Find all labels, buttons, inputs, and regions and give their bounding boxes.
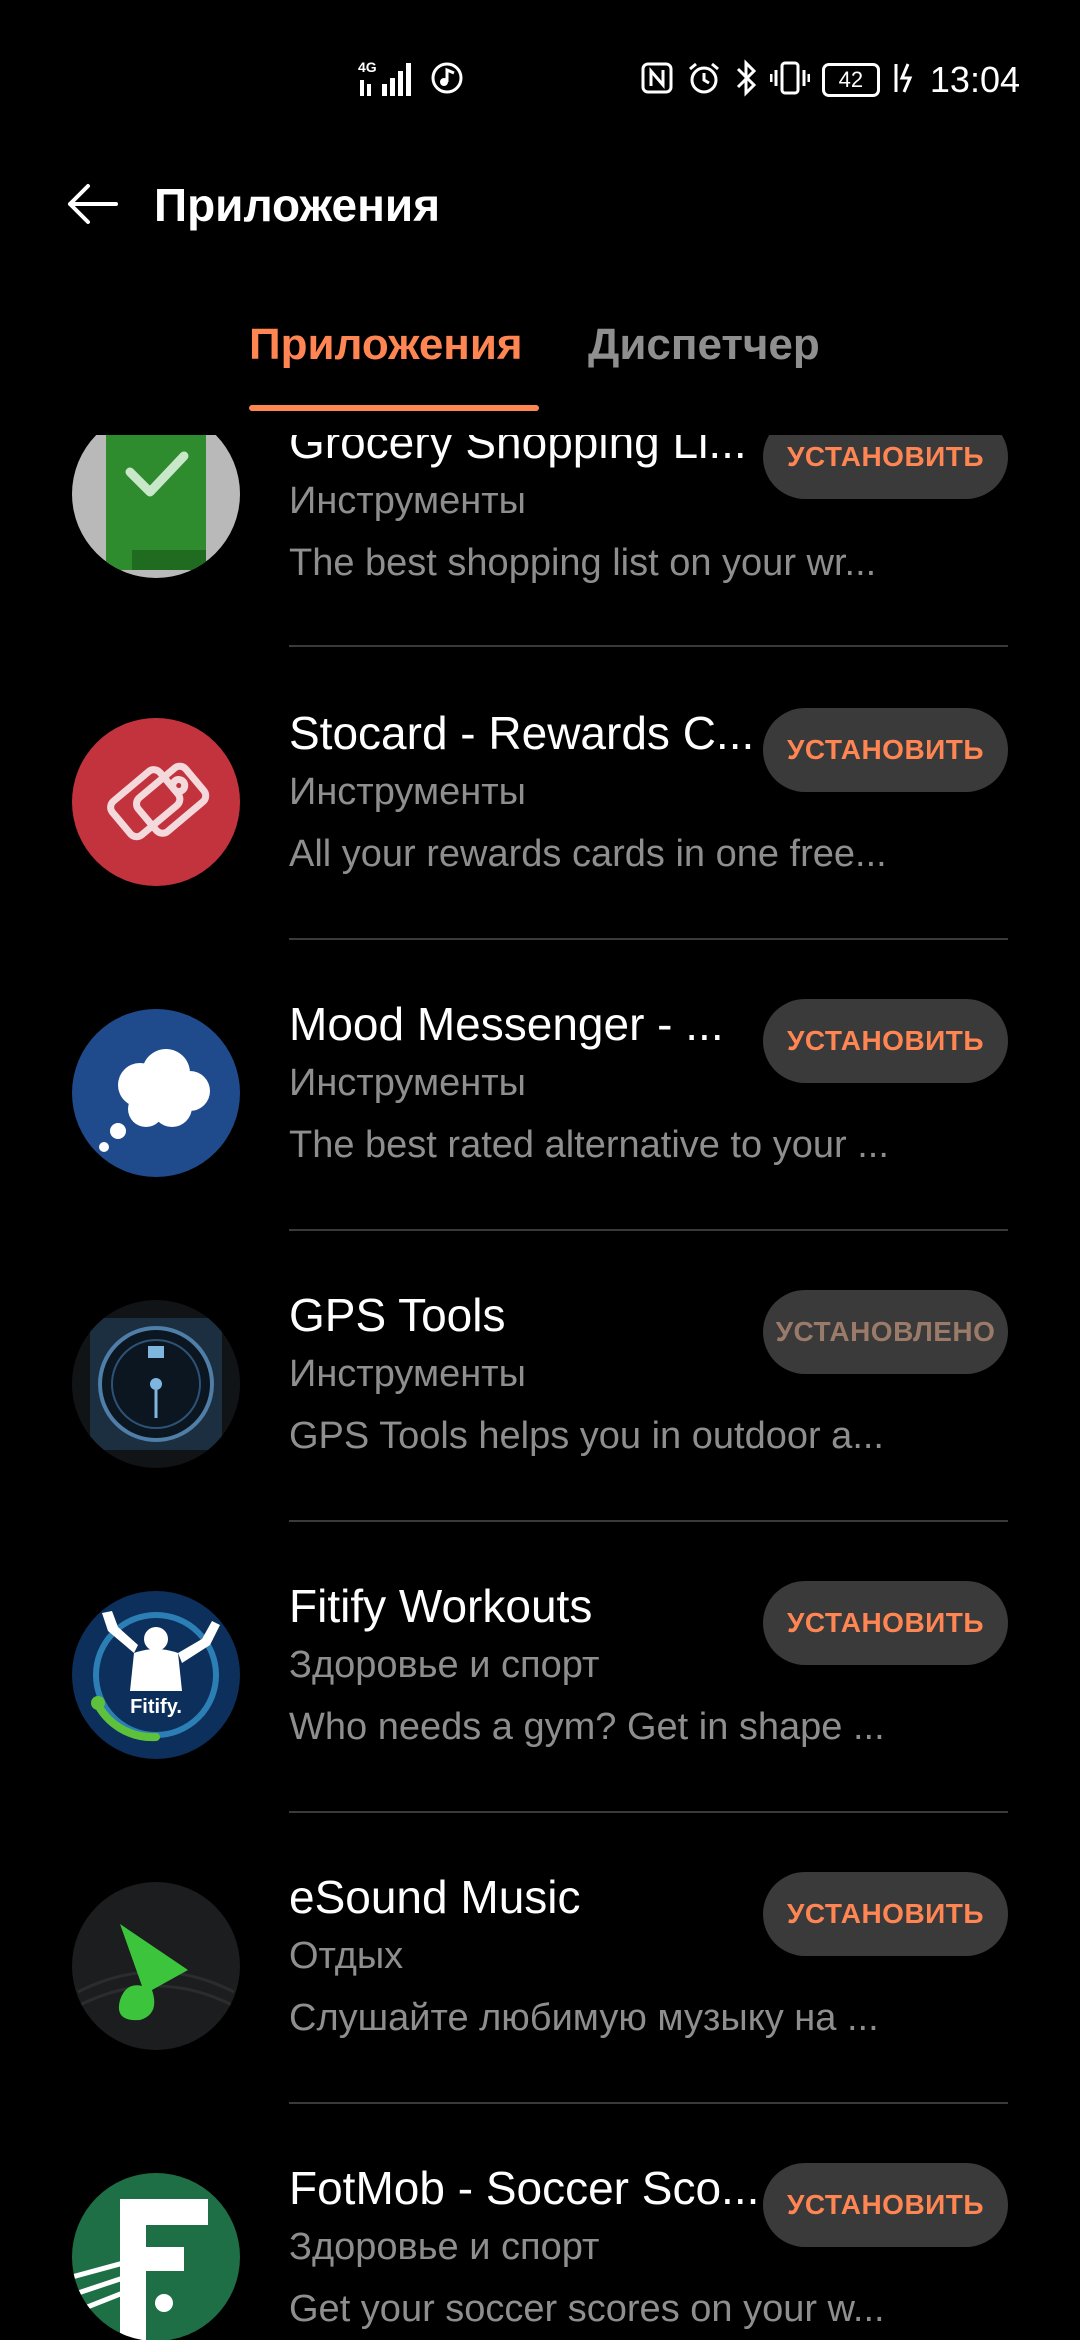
list-item[interactable]: FotMob - Soccer Sco... Здоровье и спорт … <box>0 2121 1080 2340</box>
app-name: Mood Messenger - ... <box>289 998 724 1050</box>
music-playing-icon <box>430 61 464 100</box>
battery-indicator: 42 <box>821 63 880 97</box>
fitify-athlete-icon: Fitify. <box>72 1591 240 1759</box>
nfc-icon <box>640 61 674 100</box>
tab-bar: Приложения Диспетчер <box>0 320 1080 420</box>
signal-4g-icon: 4G <box>358 58 416 103</box>
app-description: All your rewards cards in one free... <box>289 833 887 875</box>
app-category: Инструменты <box>289 480 526 522</box>
gps-watchface-icon <box>72 1300 240 1468</box>
app-category: Отдых <box>289 1935 404 1977</box>
app-description: Слушайте любимую музыку на ... <box>289 1997 879 2039</box>
divider <box>289 1811 1008 1813</box>
app-category: Инструменты <box>289 1353 526 1395</box>
grocery-checkmark-icon <box>72 435 240 578</box>
tab-manager[interactable]: Диспетчер <box>588 320 820 370</box>
list-item[interactable]: Stocard - Rewards C... Инструменты All y… <box>0 666 1080 957</box>
list-item[interactable]: GPS Tools Инструменты GPS Tools helps yo… <box>0 1248 1080 1539</box>
app-category: Инструменты <box>289 771 526 813</box>
app-header: Приложения <box>0 160 1080 280</box>
install-button[interactable]: УСТАНОВИТЬ <box>763 2163 1008 2247</box>
app-name: eSound Music <box>289 1871 581 1923</box>
active-tab-indicator <box>249 405 539 411</box>
mood-cloud-icon <box>72 1009 240 1177</box>
installed-button[interactable]: УСТАНОВЛЕНО <box>763 1290 1008 1374</box>
app-name: GPS Tools <box>289 1289 506 1341</box>
stocard-cards-icon <box>72 718 240 886</box>
app-category: Здоровье и спорт <box>289 2226 600 2268</box>
svg-text:4G: 4G <box>358 59 377 75</box>
install-button[interactable]: УСТАНОВИТЬ <box>763 999 1008 1083</box>
install-button[interactable]: УСТАНОВИТЬ <box>763 708 1008 792</box>
divider <box>289 938 1008 940</box>
divider <box>289 645 1008 647</box>
bluetooth-icon <box>734 58 758 102</box>
tab-apps[interactable]: Приложения <box>249 320 523 370</box>
app-name: Stocard - Rewards C... <box>289 707 755 759</box>
vibrate-icon <box>769 60 811 101</box>
status-bar-left: 4G <box>358 58 464 102</box>
divider <box>289 2102 1008 2104</box>
list-item[interactable]: Grocery Shopping Li... Инструменты The b… <box>0 435 1080 666</box>
app-description: The best rated alternative to your ... <box>289 1124 889 1166</box>
install-button[interactable]: УСТАНОВИТЬ <box>763 435 1008 499</box>
app-category: Инструменты <box>289 1062 526 1104</box>
status-bar-right: 42 13:04 <box>640 56 1020 104</box>
back-button[interactable] <box>56 170 128 242</box>
status-bar: 4G 42 13:04 <box>0 0 1080 160</box>
divider <box>289 1520 1008 1522</box>
app-list[interactable]: Grocery Shopping Li... Инструменты The b… <box>0 435 1080 2340</box>
app-name: FotMob - Soccer Sco... <box>289 2162 760 2214</box>
app-description: GPS Tools helps you in outdoor a... <box>289 1415 884 1457</box>
install-button[interactable]: УСТАНОВИТЬ <box>763 1872 1008 1956</box>
divider <box>289 1229 1008 1231</box>
app-name: Fitify Workouts <box>289 1580 593 1632</box>
esound-note-icon <box>72 1882 240 2050</box>
list-item[interactable]: Fitify. Fitify Workouts Здоровье и спорт… <box>0 1539 1080 1830</box>
back-arrow-icon <box>64 180 120 233</box>
app-description: The best shopping list on your wr... <box>289 542 877 584</box>
svg-text:Fitify.: Fitify. <box>130 1696 182 1718</box>
charging-icon <box>892 60 914 101</box>
page-title: Приложения <box>154 179 441 231</box>
app-category: Здоровье и спорт <box>289 1644 600 1686</box>
fotmob-f-icon <box>72 2173 240 2340</box>
list-item[interactable]: Mood Messenger - ... Инструменты The bes… <box>0 957 1080 1248</box>
clock: 13:04 <box>929 59 1020 100</box>
app-description: Who needs a gym? Get in shape ... <box>289 1706 885 1748</box>
install-button[interactable]: УСТАНОВИТЬ <box>763 1581 1008 1665</box>
app-description: Get your soccer scores on your w... <box>289 2288 885 2330</box>
alarm-icon <box>686 60 722 101</box>
app-name: Grocery Shopping Li... <box>289 435 747 468</box>
list-item[interactable]: eSound Music Отдых Слушайте любимую музы… <box>0 1830 1080 2121</box>
